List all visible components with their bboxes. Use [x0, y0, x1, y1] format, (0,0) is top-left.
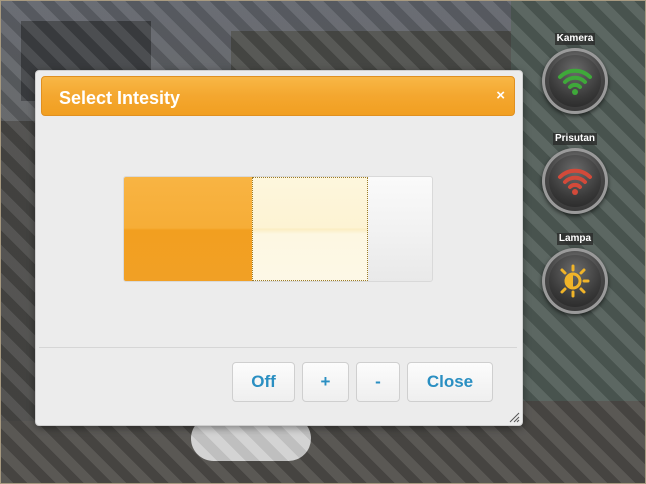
lampa-button[interactable] [542, 248, 608, 314]
prisutan-label: Prisutan [552, 133, 597, 145]
decrease-button[interactable]: - [356, 362, 400, 402]
prisutan-button[interactable] [542, 148, 608, 214]
select-intensity-dialog: Select Intesity × Off + - Close [35, 70, 523, 426]
intensity-level-3[interactable] [368, 177, 432, 281]
off-button[interactable]: Off [232, 362, 295, 402]
lightbulb-sun-icon [560, 264, 590, 298]
increase-button[interactable]: + [302, 362, 349, 402]
wifi-icon [558, 68, 592, 95]
lampa-control[interactable]: Lampa [540, 228, 610, 314]
intensity-level-2[interactable] [252, 177, 368, 281]
dialog-divider [39, 347, 517, 348]
close-icon[interactable]: × [496, 87, 505, 105]
prisutan-control[interactable]: Prisutan [540, 128, 610, 214]
kamera-label: Kamera [554, 33, 596, 45]
intensity-level-1[interactable] [124, 177, 252, 281]
close-button[interactable]: Close [407, 362, 493, 402]
dialog-title: Select Intesity [59, 88, 181, 108]
lampa-label: Lampa [556, 233, 594, 245]
dialog-titlebar[interactable]: Select Intesity × [41, 76, 515, 116]
resize-handle-icon[interactable] [508, 411, 520, 423]
intensity-selector[interactable] [123, 176, 433, 282]
kamera-control[interactable]: Kamera [540, 28, 610, 114]
kamera-button[interactable] [542, 48, 608, 114]
wifi-icon [558, 168, 592, 195]
